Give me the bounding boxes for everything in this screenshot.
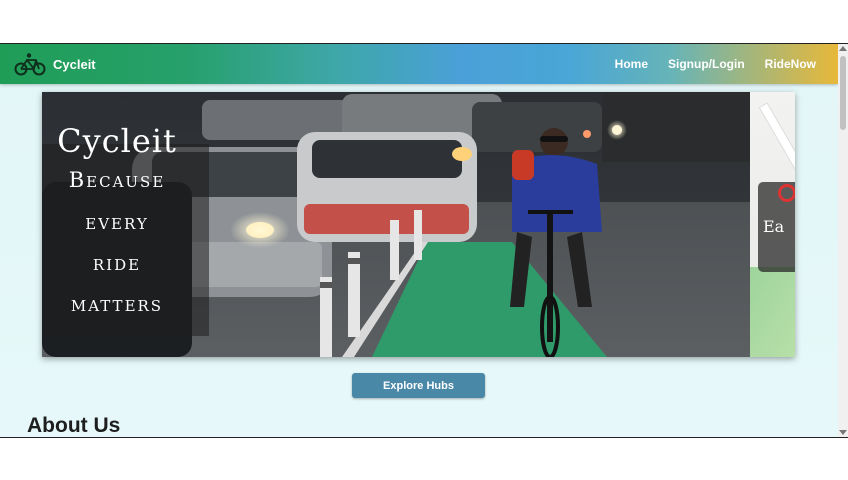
scroll-up-icon[interactable] (839, 46, 847, 51)
scroll-down-icon[interactable] (839, 430, 847, 435)
vertical-scrollbar[interactable] (838, 44, 848, 437)
explore-hubs-button[interactable]: Explore Hubs (352, 373, 485, 398)
scrollbar-thumb[interactable] (840, 56, 846, 130)
caption-line: ride (92, 251, 142, 275)
browser-viewport: Cycleit Home Signup/Login RideNow Cyclei… (0, 44, 848, 437)
caption-line: every (85, 210, 149, 234)
bicycle-logo-icon (14, 53, 46, 76)
window-bottom-frame (0, 437, 848, 480)
next-slide-caption: Ea (763, 217, 785, 236)
brand-name: Cycleit (53, 56, 96, 72)
caption-line: Because (68, 168, 166, 192)
window-top-frame (0, 0, 848, 44)
nav-links: Home Signup/Login RideNow (615, 57, 816, 71)
map-road (760, 103, 795, 169)
caption-title: Cycleit (57, 122, 177, 160)
hero-carousel[interactable]: Cycleit Because every ride matters Ea (42, 92, 795, 357)
brand[interactable]: Cycleit (14, 52, 96, 76)
caption-line: matters (70, 292, 164, 316)
map-pin-icon (778, 184, 795, 202)
carousel-slide-active: Cycleit Because every ride matters (42, 92, 750, 357)
slide-caption: Cycleit Because every ride matters (42, 122, 209, 336)
nav-link-ridenow[interactable]: RideNow (765, 57, 816, 71)
carousel-slide-next: Ea (750, 92, 795, 357)
map-park (750, 267, 795, 357)
nav-link-signup-login[interactable]: Signup/Login (668, 57, 745, 71)
about-heading: About Us (27, 414, 121, 437)
nav-link-home[interactable]: Home (615, 57, 648, 71)
navbar: Cycleit Home Signup/Login RideNow (0, 44, 838, 84)
